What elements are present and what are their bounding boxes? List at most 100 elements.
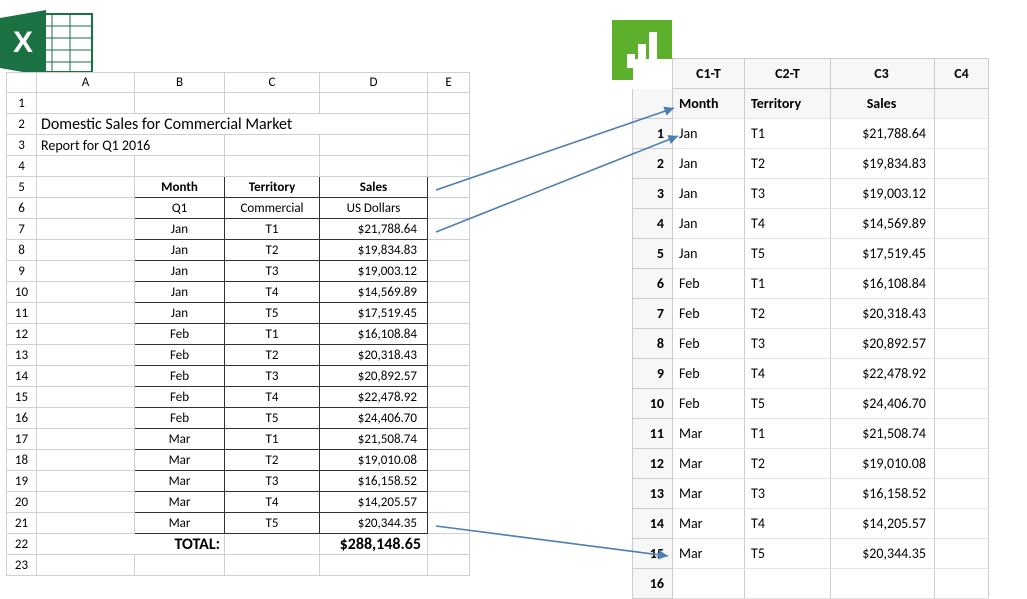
cell-month[interactable]: Feb [135, 387, 225, 408]
row-header[interactable]: 23 [7, 555, 37, 576]
r-cell-territory[interactable]: T2 [745, 449, 831, 479]
cell-sales[interactable]: $20,892.57 [320, 366, 428, 387]
table-row[interactable]: 12FebT1$16,108.84 [7, 324, 470, 345]
r-cell-month[interactable]: Mar [673, 449, 745, 479]
col-header-b[interactable]: B [135, 73, 225, 93]
r-col-c3[interactable]: C3 [831, 59, 935, 89]
row-header[interactable]: 3 [7, 135, 37, 156]
r-cell-month[interactable]: Mar [673, 419, 745, 449]
r-cell-territory[interactable]: T4 [745, 359, 831, 389]
r-cell-sales[interactable]: $20,892.57 [831, 329, 935, 359]
cell-month[interactable]: Jan [135, 261, 225, 282]
table-row[interactable]: 20MarT4$14,205.57 [7, 492, 470, 513]
table-row[interactable]: 3JanT3$19,003.12 [633, 179, 989, 209]
cell-month[interactable]: Jan [135, 303, 225, 324]
table-row[interactable]: 7JanT1$21,788.64 [7, 219, 470, 240]
r-row-header[interactable]: 2 [633, 149, 673, 179]
r-row-header[interactable]: 12 [633, 449, 673, 479]
table-row[interactable]: 10FebT5$24,406.70 [633, 389, 989, 419]
r-cell-month[interactable]: Feb [673, 329, 745, 359]
r-col-c1[interactable]: C1-T [673, 59, 745, 89]
r-cell-territory[interactable]: T2 [745, 299, 831, 329]
r-cell-sales[interactable]: $17,519.45 [831, 239, 935, 269]
table-row[interactable]: 10JanT4$14,569.89 [7, 282, 470, 303]
r-cell-territory[interactable]: T2 [745, 149, 831, 179]
r-cell-sales[interactable]: $20,318.43 [831, 299, 935, 329]
row-header[interactable]: 1 [7, 93, 37, 114]
cell-sales[interactable]: $20,344.35 [320, 513, 428, 534]
table-row[interactable]: 7FebT2$20,318.43 [633, 299, 989, 329]
meta-q[interactable]: Q1 [135, 198, 225, 219]
table-row[interactable]: 15FebT4$22,478.92 [7, 387, 470, 408]
r-row-header[interactable]: 1 [633, 119, 673, 149]
row-header[interactable]: 17 [7, 429, 37, 450]
r-row-header[interactable]: 13 [633, 479, 673, 509]
row-header[interactable]: 11 [7, 303, 37, 324]
cell-sales[interactable]: $14,569.89 [320, 282, 428, 303]
cell-month[interactable]: Feb [135, 324, 225, 345]
r-sub-month[interactable]: Month [673, 89, 745, 119]
r-cell-month[interactable]: Feb [673, 269, 745, 299]
r-cell-month[interactable]: Mar [673, 539, 745, 569]
r-row-header[interactable]: 10 [633, 389, 673, 419]
col-header-d[interactable]: D [320, 73, 428, 93]
subtitle-cell[interactable]: Report for Q1 2016 [37, 135, 225, 156]
table-row[interactable]: 1JanT1$21,788.64 [633, 119, 989, 149]
table-row[interactable]: 6FebT1$16,108.84 [633, 269, 989, 299]
cell-territory[interactable]: T3 [225, 471, 320, 492]
r-cell-month[interactable]: Feb [673, 359, 745, 389]
title-cell[interactable]: Domestic Sales for Commercial Market [37, 114, 428, 135]
r-row-header[interactable]: 9 [633, 359, 673, 389]
table-row[interactable]: 5JanT5$17,519.45 [633, 239, 989, 269]
cell-month[interactable]: Feb [135, 366, 225, 387]
r-cell-territory[interactable]: T3 [745, 329, 831, 359]
row-header[interactable]: 8 [7, 240, 37, 261]
cell-territory[interactable]: T5 [225, 408, 320, 429]
excel-spreadsheet[interactable]: A B C D E 1 2Domestic Sales for Commerci… [6, 72, 470, 576]
r-cell-sales[interactable]: $16,158.52 [831, 479, 935, 509]
r-row-header[interactable]: 4 [633, 209, 673, 239]
cell-sales[interactable]: $19,003.12 [320, 261, 428, 282]
cell-territory[interactable]: T4 [225, 387, 320, 408]
cell-sales[interactable]: $17,519.45 [320, 303, 428, 324]
r-cell-territory[interactable]: T4 [745, 209, 831, 239]
row-header[interactable]: 10 [7, 282, 37, 303]
table-row[interactable]: 19 MarT3$16,158.52 [7, 471, 470, 492]
table-row[interactable]: 15MarT5$20,344.35 [633, 539, 989, 569]
cell-territory[interactable]: T1 [225, 324, 320, 345]
cell-month[interactable]: Mar [135, 471, 225, 492]
row-header[interactable]: 15 [7, 387, 37, 408]
meta-segment[interactable]: Commercial [225, 198, 320, 219]
r-col-c2[interactable]: C2-T [745, 59, 831, 89]
r-sub-territory[interactable]: Territory [745, 89, 831, 119]
th-sales[interactable]: Sales [320, 177, 428, 198]
table-row[interactable]: 13FebT2$20,318.43 [7, 345, 470, 366]
r-cell-sales[interactable]: $19,003.12 [831, 179, 935, 209]
cell-territory[interactable]: T4 [225, 282, 320, 303]
th-month[interactable]: Month [135, 177, 225, 198]
cell-month[interactable]: Mar [135, 492, 225, 513]
cell-sales[interactable]: $20,318.43 [320, 345, 428, 366]
row-header[interactable]: 12 [7, 324, 37, 345]
r-cell-month[interactable]: Jan [673, 179, 745, 209]
r-cell-sales[interactable]: $21,508.74 [831, 419, 935, 449]
table-row[interactable]: 14MarT4$14,205.57 [633, 509, 989, 539]
cell-sales[interactable]: $16,158.52 [320, 471, 428, 492]
row-header[interactable]: 2 [7, 114, 37, 135]
cell-territory[interactable]: T2 [225, 240, 320, 261]
row-header[interactable]: 18 [7, 450, 37, 471]
r-cell-month[interactable]: Jan [673, 239, 745, 269]
r-cell-month[interactable]: Mar [673, 509, 745, 539]
cell-territory[interactable]: T5 [225, 303, 320, 324]
table-row[interactable]: 16FebT5$24,406.70 [7, 408, 470, 429]
r-cell-territory[interactable]: T5 [745, 239, 831, 269]
r-cell-month[interactable]: Jan [673, 119, 745, 149]
table-row[interactable]: 21MarT5$20,344.35 [7, 513, 470, 534]
cell-month[interactable]: Jan [135, 219, 225, 240]
cell-month[interactable]: Mar [135, 429, 225, 450]
r-cell-sales[interactable]: $14,205.57 [831, 509, 935, 539]
r-row-header[interactable]: 5 [633, 239, 673, 269]
row-header[interactable]: 19 [7, 471, 37, 492]
table-row[interactable]: 11MarT1$21,508.74 [633, 419, 989, 449]
r-cell-territory[interactable]: T1 [745, 269, 831, 299]
